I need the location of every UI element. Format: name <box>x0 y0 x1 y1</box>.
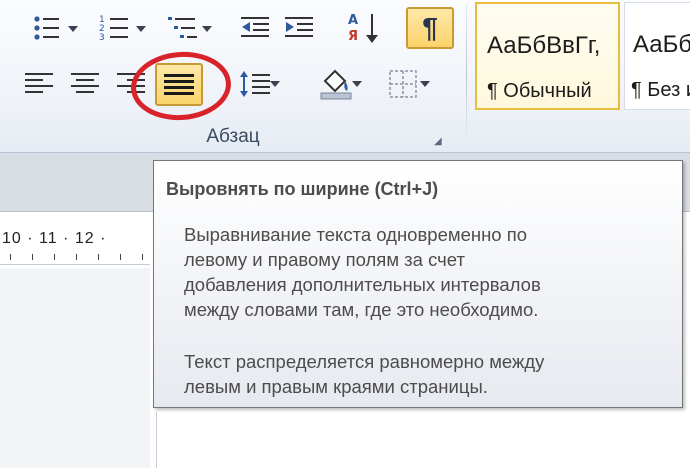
numbered-list-icon: 1 2 3 <box>99 15 128 43</box>
style-name: ¶ Обычный <box>487 80 592 102</box>
chevron-down-icon[interactable] <box>420 81 430 87</box>
shading-icon <box>320 69 352 100</box>
tooltip-line: Текст распределяется равномерно между <box>184 351 545 372</box>
sort-letter-bottom: Я <box>348 29 358 44</box>
document-page[interactable] <box>156 412 690 468</box>
line-spacing-icon <box>240 71 270 97</box>
increase-indent-icon <box>285 17 313 37</box>
tooltip-line: между словами там, где это необходимо. <box>184 299 539 320</box>
pilcrow-icon: ¶ <box>422 12 438 43</box>
style-no-spacing[interactable]: АаБб ¶ Без и <box>624 2 690 110</box>
tooltip-line: добавления дополнительных интервалов <box>184 274 541 295</box>
bullets-button[interactable] <box>22 8 80 48</box>
align-center-button[interactable] <box>64 64 106 104</box>
paragraph-group-label: Абзац <box>206 126 260 147</box>
style-name: ¶ Без и <box>631 79 690 101</box>
tooltip-line: Выравнивание текста одновременно по <box>184 224 528 245</box>
tooltip-title: Выровнять по ширине (Ctrl+J) <box>166 179 439 199</box>
increase-indent-button[interactable] <box>280 8 320 48</box>
style-sample-text: АаБбВвГг, <box>487 32 601 59</box>
multilevel-list-icon <box>168 17 197 38</box>
dialog-launcher-icon[interactable]: ◢ <box>434 136 445 147</box>
chevron-down-icon[interactable] <box>202 26 212 32</box>
style-sample-text: АаБб <box>633 31 690 58</box>
horizontal-ruler[interactable]: 10 · 11 · 12 · <box>0 224 150 265</box>
ruler-numbers: 10 · 11 · 12 · <box>2 230 107 247</box>
line-spacing-button[interactable] <box>232 64 280 104</box>
numbering-button[interactable]: 1 2 3 <box>88 8 148 48</box>
justify-tooltip: Выровнять по ширине (Ctrl+J) Выравнивани… <box>153 160 683 408</box>
chevron-down-icon[interactable] <box>68 26 78 32</box>
borders-button[interactable] <box>376 64 432 104</box>
group-separator <box>466 4 467 142</box>
align-left-icon <box>25 73 53 93</box>
chevron-down-icon[interactable] <box>136 26 146 32</box>
sort-icon: А Я <box>348 13 378 44</box>
sort-letter-top: А <box>348 13 358 28</box>
ribbon: 1 2 3 А Я ¶ Абзац ◢ АаБбВвГг, ¶ Обычный … <box>0 0 690 153</box>
bullet-list-icon <box>34 16 59 40</box>
tooltip-line: левому и правому полям за счет <box>184 249 465 270</box>
svg-text:3: 3 <box>99 33 105 43</box>
decrease-indent-button[interactable] <box>236 8 276 48</box>
sort-button[interactable]: А Я <box>342 8 386 48</box>
chevron-down-icon[interactable] <box>352 81 362 87</box>
align-center-icon <box>71 73 99 93</box>
document-margin-area <box>0 268 150 468</box>
align-left-button[interactable] <box>18 64 60 104</box>
decrease-indent-icon <box>241 17 269 37</box>
chevron-down-icon[interactable] <box>270 81 280 87</box>
tooltip-line: левым и правым краями страницы. <box>184 376 488 397</box>
show-formatting-marks-button[interactable]: ¶ <box>406 7 454 49</box>
multilevel-list-button[interactable] <box>156 8 216 48</box>
borders-icon <box>389 70 417 98</box>
annotation-highlight-ring <box>128 48 234 124</box>
shading-button[interactable] <box>308 64 366 104</box>
style-normal[interactable]: АаБбВвГг, ¶ Обычный <box>475 2 620 110</box>
